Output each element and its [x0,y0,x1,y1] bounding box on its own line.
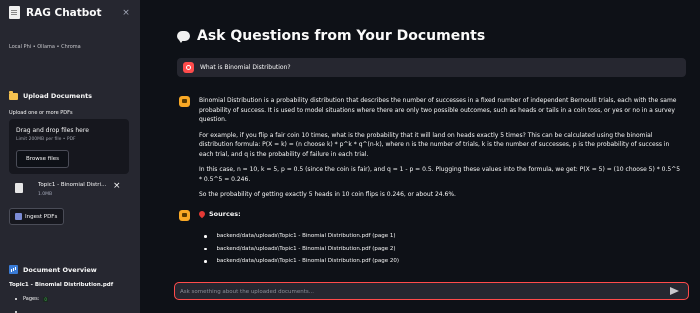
upload-section-title: Upload Documents [23,92,93,100]
main-panel: Ask Questions from Your Documents What i… [140,0,700,313]
user-message: What is Binomial Distribution? [177,58,686,77]
bullet-icon [204,247,207,250]
upload-label: Upload one or more PDFs [9,110,73,116]
sidebar: RAG Chatbot × Local Phi • Ollama • Chrom… [0,0,140,313]
ingest-pdfs-button[interactable]: Ingest PDFs [9,208,64,225]
remove-file-icon[interactable]: × [113,181,121,191]
overview-file-name: Topic1 - Binomial Distribution.pdf [9,282,114,288]
ingest-icon [15,213,22,220]
assistant-avatar-icon [179,96,190,107]
pages-label: Pages: [23,296,40,302]
overview-section-title: Document Overview [23,265,97,274]
bullet-icon [204,260,207,263]
chat-input-bar [174,282,689,300]
assistant-avatar-icon [179,210,190,221]
answer-paragraph: Binomial Distribution is a probability d… [199,97,677,123]
source-text: backend/data/uploads\Topic1 - Binomial D… [216,258,400,265]
upload-section-heading: Upload Documents [9,90,93,100]
source-text: backend/data/uploads\Topic1 - Binomial D… [216,245,396,252]
list-item: backend/data/uploads\Topic1 - Binomial D… [204,243,399,256]
sources-heading-text: Sources: [209,210,241,218]
send-icon[interactable] [670,287,679,295]
bullet-icon [15,298,17,300]
close-sidebar-icon[interactable]: × [121,8,131,18]
pages-value: 0 [43,296,48,302]
list-item: backend/data/uploads\Topic1 - Binomial D… [204,230,399,243]
folder-icon [9,90,18,100]
sidebar-title-text: RAG Chatbot [26,6,102,19]
file-dropzone[interactable]: Drag and drop files here Limit 200MB per… [9,119,129,174]
answer-paragraph: So the probability of getting exactly 5 … [199,191,456,198]
document-icon [9,6,20,19]
user-avatar-icon [183,62,194,73]
uploaded-file-size: 1.0MB [38,192,53,197]
sources-list: backend/data/uploads\Topic1 - Binomial D… [204,230,399,268]
sources-heading: Sources: [197,209,241,219]
ingest-pdfs-label: Ingest PDFs [25,213,58,220]
chart-icon [9,265,18,274]
source-text: backend/data/uploads\Topic1 - Binomial D… [216,233,396,240]
sidebar-title: RAG Chatbot [9,6,102,19]
sidebar-subtitle: Local Phi • Ollama • Chroma [9,44,81,50]
answer-paragraph: For example, if you flip a fair coin 10 … [199,131,670,158]
user-question: What is Binomial Distribution? [200,64,291,71]
overview-pages: Pages: 0 [15,296,48,302]
page-title-text: Ask Questions from Your Documents [197,28,486,44]
speech-bubble-icon [177,31,190,43]
dropzone-limit: Limit 200MB per file • PDF [16,137,76,142]
bullet-icon [204,235,207,238]
overview-section-heading: Document Overview [9,265,97,274]
browse-files-button[interactable]: Browse files [16,150,69,168]
dropzone-title: Drag and drop files here [16,127,89,134]
answer-paragraph: In this case, n = 10, k = 5, p = 0.5 (si… [199,166,681,183]
uploaded-file-name: Topic1 - Binomial Distri... [38,182,107,188]
file-icon [15,183,23,193]
pushpin-icon [197,209,207,219]
list-item: backend/data/uploads\Topic1 - Binomial D… [204,255,399,268]
assistant-answer: Binomial Distribution is a probability d… [199,96,681,206]
uploaded-file-row: Topic1 - Binomial Distri... 1.0MB × [15,181,131,203]
page-title: Ask Questions from Your Documents [177,28,485,44]
chat-input[interactable] [180,285,660,298]
